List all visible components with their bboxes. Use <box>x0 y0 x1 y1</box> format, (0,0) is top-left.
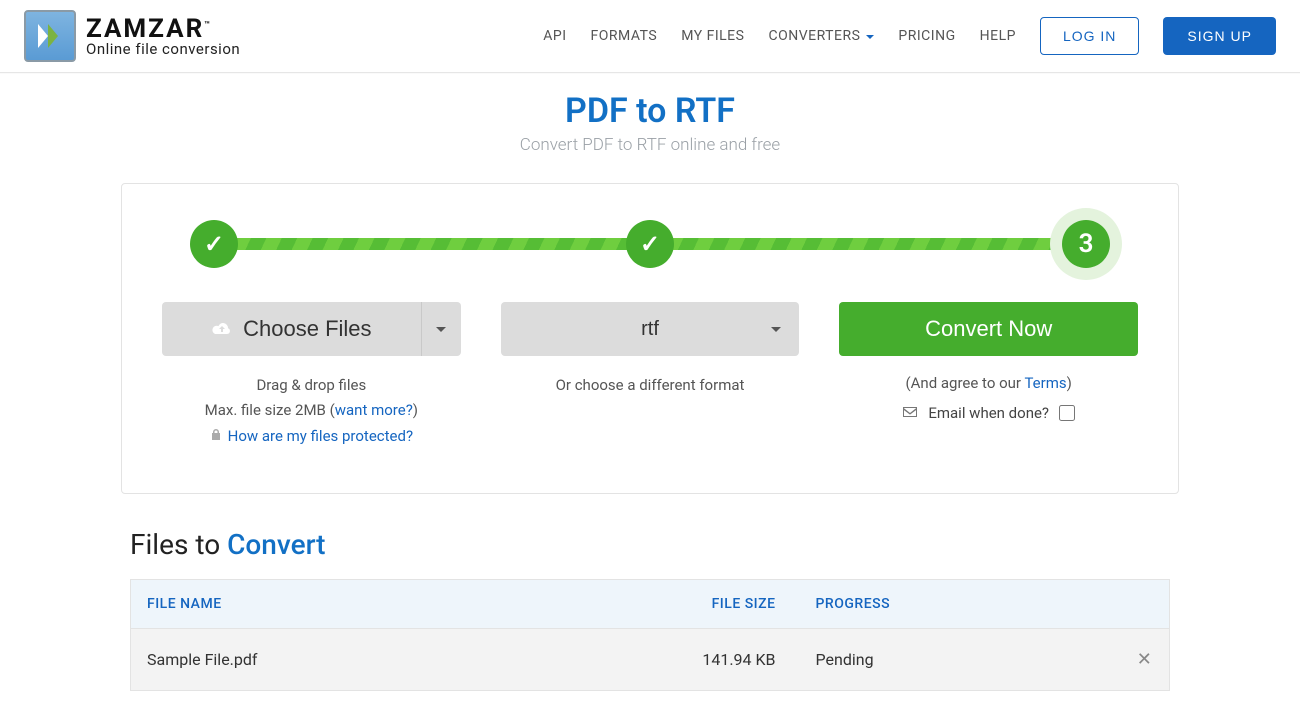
convert-column: Convert Now (And agree to our Terms) Ema… <box>839 302 1138 445</box>
max-size-hint: Max. file size 2MB (want more?) <box>205 399 418 422</box>
chevron-down-icon <box>866 35 874 39</box>
progress-steps: ✓ ✓ 3 <box>160 220 1140 268</box>
convert-panel: ✓ ✓ 3 Choose Files Drag & drop files Max… <box>121 183 1179 494</box>
table-row: Sample File.pdf 141.94 KB Pending ✕ <box>131 629 1170 691</box>
choose-files-label: Choose Files <box>243 316 371 342</box>
check-icon: ✓ <box>640 230 660 258</box>
files-protected-link[interactable]: How are my files protected? <box>228 427 413 445</box>
nav-help[interactable]: HELP <box>980 28 1016 44</box>
envelope-icon <box>902 404 918 422</box>
main-nav: API FORMATS MY FILES CONVERTERS PRICING … <box>543 17 1276 55</box>
output-format-select[interactable]: rtf <box>501 302 800 356</box>
page-subtitle: Convert PDF to RTF online and free <box>0 135 1300 155</box>
step-2: ✓ <box>626 220 674 268</box>
brand-logo[interactable]: ZAMZAR™ Online file conversion <box>24 10 240 62</box>
choose-files-button[interactable]: Choose Files <box>162 302 421 356</box>
selected-format-label: rtf <box>641 318 659 341</box>
drag-drop-hint: Drag & drop files <box>256 374 366 397</box>
col-file-size[interactable]: FILE SIZE <box>504 580 800 629</box>
page-title: PDF to RTF <box>0 91 1300 131</box>
choose-files-dropdown[interactable] <box>421 302 461 356</box>
remove-file-button[interactable]: ✕ <box>1137 649 1152 670</box>
files-table: FILE NAME FILE SIZE PROGRESS Sample File… <box>130 579 1170 691</box>
cell-file-size: 141.94 KB <box>504 629 800 691</box>
files-heading: Files to Convert <box>130 528 1170 561</box>
cell-progress: Pending <box>800 629 1120 691</box>
nav-my-files[interactable]: MY FILES <box>681 28 744 44</box>
nav-formats[interactable]: FORMATS <box>591 28 658 44</box>
login-button[interactable]: LOG IN <box>1040 17 1139 55</box>
col-progress[interactable]: PROGRESS <box>800 580 1120 629</box>
nav-converters-label: CONVERTERS <box>768 28 860 44</box>
upload-cloud-icon <box>211 320 233 338</box>
logo-mark-icon <box>24 10 76 62</box>
terms-link[interactable]: Terms <box>1024 374 1066 392</box>
chevron-down-icon <box>436 327 446 332</box>
brand-name: ZAMZAR <box>86 14 204 44</box>
cell-file-name: Sample File.pdf <box>131 629 504 691</box>
nav-converters[interactable]: CONVERTERS <box>768 28 874 44</box>
brand-text: ZAMZAR™ Online file conversion <box>86 16 240 57</box>
format-column: rtf Or choose a different format <box>501 302 800 445</box>
agree-terms-text: (And agree to our Terms) <box>906 374 1072 392</box>
brand-tm: ™ <box>204 20 210 30</box>
chevron-down-icon <box>771 327 781 332</box>
nav-api[interactable]: API <box>543 28 566 44</box>
email-done-checkbox[interactable] <box>1059 405 1075 421</box>
convert-now-button[interactable]: Convert Now <box>839 302 1138 356</box>
step-3-label: 3 <box>1079 229 1094 259</box>
col-file-name[interactable]: FILE NAME <box>131 580 504 629</box>
signup-button[interactable]: SIGN UP <box>1163 17 1276 55</box>
choose-files-column: Choose Files Drag & drop files Max. file… <box>162 302 461 445</box>
step-1: ✓ <box>190 220 238 268</box>
step-3: 3 <box>1062 220 1110 268</box>
brand-tagline: Online file conversion <box>86 42 240 57</box>
col-actions <box>1120 580 1170 629</box>
email-done-label: Email when done? <box>928 404 1049 422</box>
nav-pricing[interactable]: PRICING <box>898 28 955 44</box>
different-format-hint: Or choose a different format <box>556 374 745 397</box>
want-more-link[interactable]: want more? <box>335 401 413 419</box>
check-icon: ✓ <box>204 230 224 258</box>
lock-icon <box>210 428 222 444</box>
